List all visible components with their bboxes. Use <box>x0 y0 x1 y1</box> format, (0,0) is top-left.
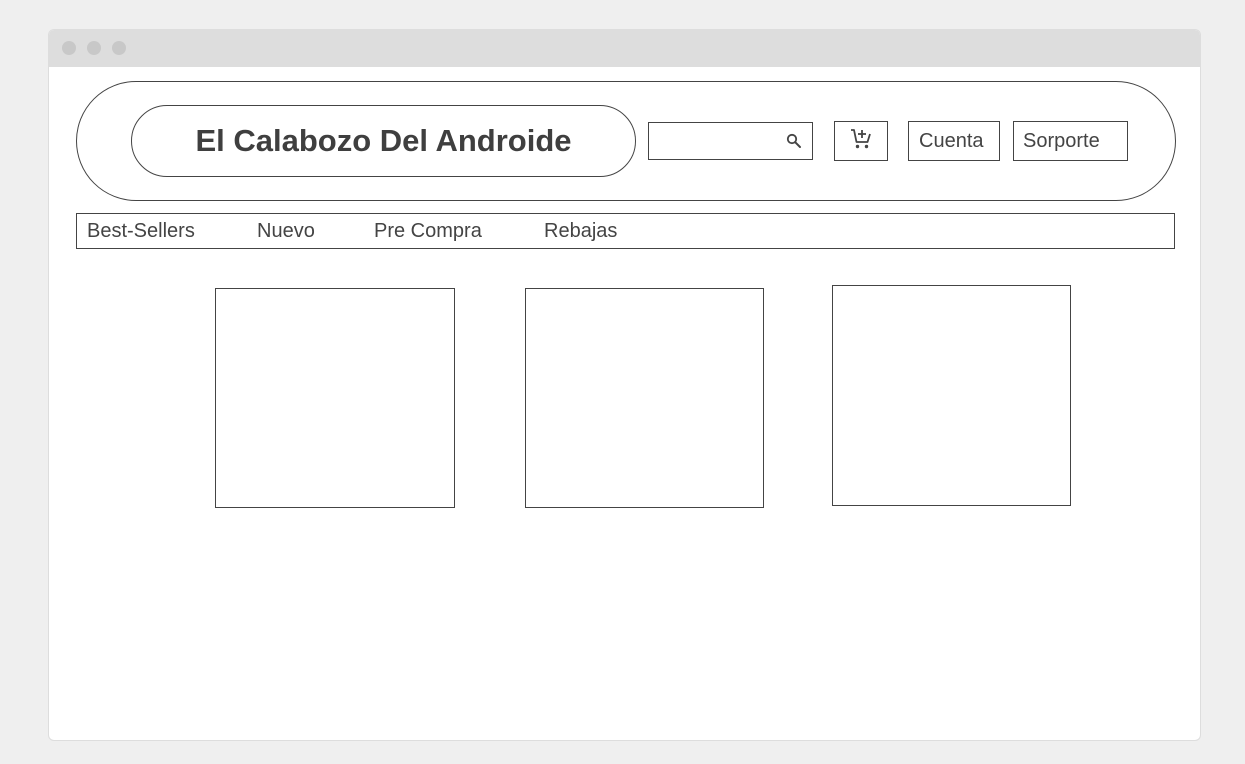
browser-window: El Calabozo Del Androide Cuenta Sorporte… <box>48 29 1201 741</box>
nav-item-best-sellers[interactable]: Best-Sellers <box>87 220 195 243</box>
search-input[interactable] <box>649 123 779 159</box>
window-close-dot[interactable] <box>62 41 76 55</box>
nav-item-rebajas[interactable]: Rebajas <box>544 220 617 243</box>
site-logo[interactable]: El Calabozo Del Androide <box>131 105 636 177</box>
window-maximize-dot[interactable] <box>112 41 126 55</box>
nav-item-pre-compra[interactable]: Pre Compra <box>374 220 482 243</box>
cart-add-icon <box>849 127 873 156</box>
product-card-placeholder[interactable] <box>832 285 1071 506</box>
window-minimize-dot[interactable] <box>87 41 101 55</box>
cart-button[interactable] <box>834 121 888 161</box>
search-icon[interactable] <box>786 133 802 149</box>
support-button[interactable]: Sorporte <box>1013 121 1128 161</box>
account-button[interactable]: Cuenta <box>908 121 1000 161</box>
category-nav: Best-Sellers Nuevo Pre Compra Rebajas <box>76 213 1175 249</box>
product-card-placeholder[interactable] <box>525 288 764 508</box>
nav-item-nuevo[interactable]: Nuevo <box>257 220 315 243</box>
window-titlebar <box>49 30 1200 67</box>
product-card-placeholder[interactable] <box>215 288 455 508</box>
search-box[interactable] <box>648 122 813 160</box>
